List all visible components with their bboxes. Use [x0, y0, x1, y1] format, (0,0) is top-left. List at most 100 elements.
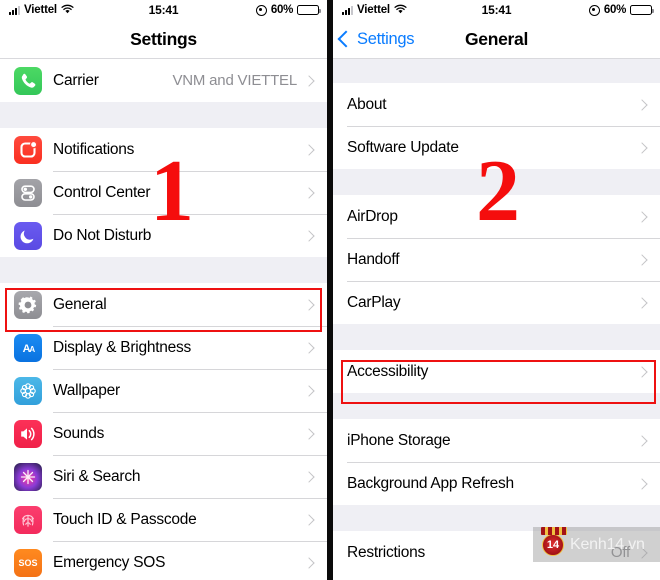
flower-icon-svg: [20, 382, 36, 399]
chevron-right-icon: [303, 341, 315, 354]
chevron-right-icon: [303, 427, 315, 440]
nav-bar-right: Settings General: [333, 20, 660, 59]
chevron-right-icon: [636, 141, 648, 154]
fingerprint-icon-svg: [22, 514, 34, 527]
settings-row-label: Siri & Search: [53, 467, 141, 485]
settings-row-airdrop[interactable]: AirDrop: [333, 195, 660, 238]
group-separator: [333, 393, 660, 419]
battery-icon: [630, 5, 654, 15]
chevron-right-icon: [636, 296, 648, 309]
gear-icon: [14, 290, 42, 319]
chevron-right-icon: [636, 365, 648, 378]
left-phone-screen: Viettel 15:41 60% Settings Carrier VNM a…: [0, 0, 327, 580]
sos-icon: SOS: [14, 548, 42, 577]
status-bar-right-group: 60%: [255, 4, 321, 16]
settings-list-right: About Software Update AirDrop Handoff Ca…: [333, 59, 660, 574]
right-phone-screen: Viettel 15:41 60% Settings General About…: [333, 0, 660, 580]
chevron-right-icon: [636, 477, 648, 490]
watermark-text: Kenh14.vn: [570, 535, 645, 553]
nav-bar-left: Settings: [0, 20, 327, 59]
gear-icon-svg: [18, 296, 37, 313]
settings-row-emergency-sos[interactable]: SOS Emergency SOS: [0, 541, 327, 580]
settings-row-label: Do Not Disturb: [53, 226, 152, 244]
battery-percentage: 60%: [270, 4, 293, 16]
group-separator: [333, 59, 660, 83]
notifications-icon: [14, 135, 42, 164]
moon-icon-svg: [20, 230, 34, 243]
settings-group-accessibility: Accessibility: [333, 350, 660, 393]
chevron-right-icon: [636, 98, 648, 111]
settings-row-label: Background App Refresh: [347, 474, 514, 492]
settings-row-label: CarPlay: [347, 293, 401, 311]
back-button[interactable]: Settings: [333, 29, 415, 49]
settings-row-label: Sounds: [53, 424, 105, 442]
settings-group-notifications: Notifications Control Center Do Not Dist…: [0, 128, 327, 257]
chevron-right-icon: [303, 470, 315, 483]
settings-list-left: Carrier VNM and VIETTEL Notifications Co…: [0, 59, 327, 580]
settings-row-handoff[interactable]: Handoff: [333, 238, 660, 281]
settings-row-siri-search[interactable]: Siri & Search: [0, 455, 327, 498]
chevron-right-icon: [303, 513, 315, 526]
location-services-icon: [255, 4, 267, 16]
chevron-right-icon: [303, 143, 315, 156]
settings-row-accessibility[interactable]: Accessibility: [333, 350, 660, 393]
settings-row-label: iPhone Storage: [347, 431, 451, 449]
settings-row-wallpaper[interactable]: Wallpaper: [0, 369, 327, 412]
settings-row-touch-id-passcode[interactable]: Touch ID & Passcode: [0, 498, 327, 541]
group-separator: [0, 102, 327, 128]
chevron-right-icon: [303, 556, 315, 569]
settings-group-general: General A A Display & Brightness Wallpap…: [0, 283, 327, 580]
chevron-right-icon: [636, 434, 648, 447]
fingerprint-icon: [14, 505, 42, 534]
chevron-right-icon: [303, 229, 315, 242]
group-separator: [333, 324, 660, 350]
settings-row-label: Wallpaper: [53, 381, 120, 399]
settings-row-carrier[interactable]: Carrier VNM and VIETTEL: [0, 59, 327, 102]
svg-text:A: A: [29, 345, 35, 354]
settings-row-software-update[interactable]: Software Update: [333, 126, 660, 169]
group-separator: [0, 257, 327, 283]
settings-row-label: AirDrop: [347, 207, 398, 225]
group-separator: [333, 169, 660, 195]
page-title: Settings: [130, 28, 197, 49]
chevron-left-icon: [337, 30, 355, 48]
settings-row-iphone-storage[interactable]: iPhone Storage: [333, 419, 660, 462]
status-bar-right: Viettel 15:41 60%: [333, 0, 660, 20]
settings-row-control-center[interactable]: Control Center: [0, 171, 327, 214]
settings-row-label: General: [53, 295, 107, 313]
chevron-right-icon: [303, 74, 315, 87]
settings-group-about: About Software Update: [333, 83, 660, 169]
settings-row-background-app-refresh[interactable]: Background App Refresh: [333, 462, 660, 505]
speaker-icon: [14, 419, 42, 448]
settings-row-notifications[interactable]: Notifications: [0, 128, 327, 171]
settings-row-label: Software Update: [347, 138, 459, 156]
kenh14-badge-icon: 14: [541, 526, 567, 556]
speaker-icon-svg: [21, 427, 35, 440]
settings-row-about[interactable]: About: [333, 83, 660, 126]
settings-row-label: Carrier: [53, 71, 99, 89]
settings-row-sounds[interactable]: Sounds: [0, 412, 327, 455]
settings-row-do-not-disturb[interactable]: Do Not Disturb: [0, 214, 327, 257]
settings-row-label: Emergency SOS: [53, 553, 166, 571]
status-bar-left: Viettel 15:41 60%: [0, 0, 327, 20]
aa-icon-svg: A A: [23, 343, 36, 355]
settings-group-carrier: Carrier VNM and VIETTEL: [0, 59, 327, 102]
phone-icon: [14, 66, 42, 95]
back-button-label: Settings: [357, 29, 415, 48]
chevron-right-icon: [636, 210, 648, 223]
settings-row-label: Control Center: [53, 183, 151, 201]
chevron-right-icon: [303, 298, 315, 311]
chevron-right-icon: [636, 253, 648, 266]
battery-icon: [297, 5, 321, 15]
settings-row-general[interactable]: General: [0, 283, 327, 326]
settings-group-connectivity: AirDrop Handoff CarPlay: [333, 195, 660, 324]
chevron-right-icon: [303, 384, 315, 397]
settings-row-label: Notifications: [53, 140, 135, 158]
settings-row-display-brightness[interactable]: A A Display & Brightness: [0, 326, 327, 369]
settings-row-carplay[interactable]: CarPlay: [333, 281, 660, 324]
siri-icon-svg: [20, 469, 36, 484]
settings-row-label: Touch ID & Passcode: [53, 510, 197, 528]
phone-icon-svg: [21, 73, 36, 88]
dual-screenshot-container: Viettel 15:41 60% Settings Carrier VNM a…: [0, 0, 660, 580]
battery-percentage: 60%: [603, 4, 626, 16]
